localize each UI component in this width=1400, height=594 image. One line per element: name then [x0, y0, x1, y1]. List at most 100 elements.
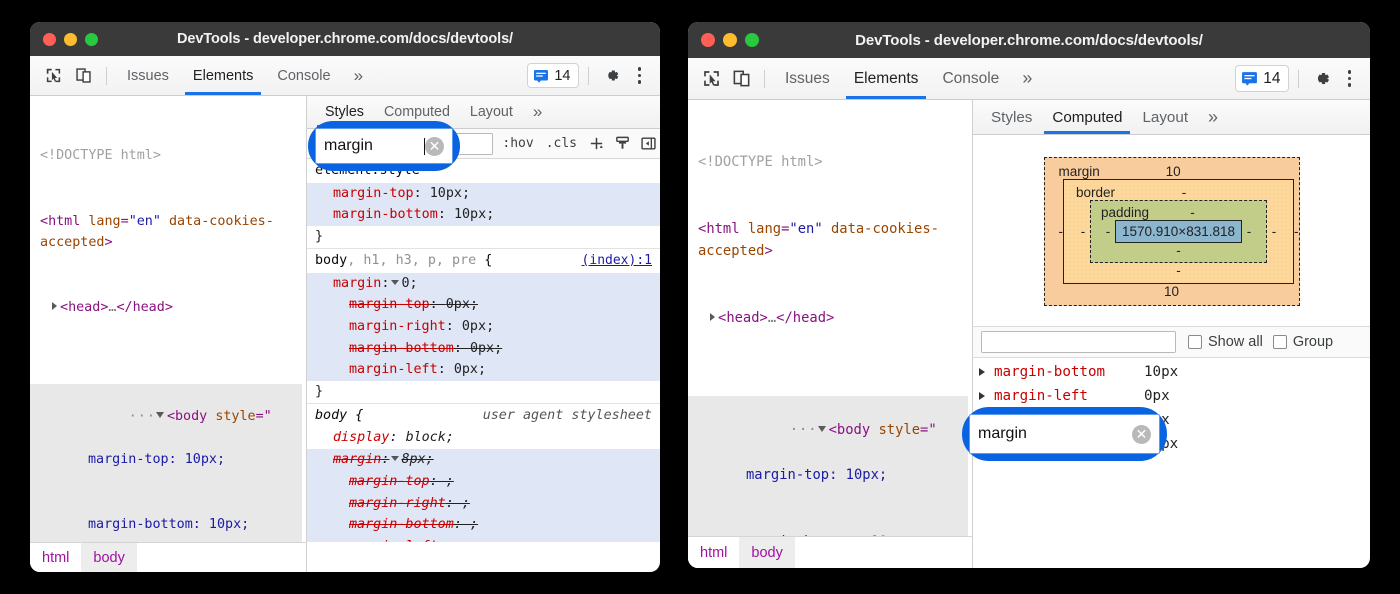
tab-elements[interactable]: Elements [843, 58, 930, 99]
sidebar-tab-computed[interactable]: Computed [1042, 100, 1132, 134]
declaration-row[interactable]: display: block; [307, 427, 660, 449]
dom-line-html-open[interactable]: <html lang="en" data-cookies-accepted> [698, 218, 968, 263]
declaration-row[interactable]: margin-left: 0px; [307, 359, 660, 381]
collapse-triangle-icon[interactable] [156, 412, 164, 418]
declaration-row[interactable]: margin-right: ; [307, 493, 660, 515]
declaration-row[interactable]: margin-top: ; [307, 471, 660, 493]
dom-line-body-open[interactable]: ···<body style=" margin-top: 10px; margi… [30, 384, 302, 542]
dom-line-head[interactable]: <head>…</head> [40, 297, 302, 319]
inspect-cursor-icon[interactable] [697, 65, 725, 93]
margin-right-value[interactable]: - [1294, 224, 1299, 239]
border-left-value[interactable]: - [1076, 224, 1090, 239]
group-checkbox[interactable] [1273, 335, 1287, 349]
hov-button[interactable]: :hov [497, 136, 538, 151]
declaration-row[interactable]: margin-bottom: 10px; [307, 204, 660, 226]
tab-issues[interactable]: Issues [116, 56, 180, 95]
margin-bottom-value[interactable]: 10 [1059, 284, 1285, 299]
device-toggle-icon[interactable] [69, 62, 97, 90]
padding-left-value[interactable]: - [1101, 224, 1115, 239]
dom-line-doctype[interactable]: <!DOCTYPE html> [698, 151, 968, 173]
declaration-row[interactable]: margin-bottom: ; [307, 514, 660, 536]
computed-property-row[interactable]: margin-left 0px [973, 384, 1370, 408]
declaration-row[interactable]: margin-top: 10px; [307, 183, 660, 205]
padding-bottom-value[interactable]: - [1101, 243, 1256, 258]
minimize-window-button[interactable] [64, 33, 77, 46]
expand-triangle-icon[interactable] [979, 392, 985, 400]
group-checkbox-wrap[interactable]: Group [1273, 334, 1333, 350]
tab-issues[interactable]: Issues [774, 58, 841, 99]
rule-selector[interactable]: body [315, 253, 347, 268]
dom-tree-pane-left[interactable]: <!DOCTYPE html> <html lang="en" data-coo… [30, 96, 307, 542]
sidebar-more-tabs-icon[interactable]: » [1198, 107, 1228, 128]
dom-line-html-open[interactable]: <html lang="en" data-cookies-accepted> [40, 211, 302, 254]
collapse-triangle-icon[interactable] [818, 426, 826, 432]
kebab-menu-icon[interactable] [628, 67, 652, 84]
cls-button[interactable]: .cls [541, 136, 582, 151]
show-all-checkbox-wrap[interactable]: Show all [1188, 334, 1263, 350]
inspect-cursor-icon[interactable] [39, 62, 67, 90]
declaration-row[interactable]: margin-right: 0px; [307, 316, 660, 338]
plus-icon[interactable] [584, 132, 608, 156]
expand-shorthand-icon[interactable] [391, 280, 399, 285]
tab-elements[interactable]: Elements [182, 56, 264, 95]
expand-triangle-icon[interactable] [52, 302, 57, 310]
maximize-window-button[interactable] [85, 33, 98, 46]
hidden-nodes-ellipsis[interactable]: ··· [129, 409, 156, 424]
box-model-margin[interactable]: margin 10 - border - [1044, 157, 1300, 306]
issues-badge[interactable]: 14 [527, 63, 578, 88]
hidden-nodes-ellipsis[interactable]: ··· [790, 422, 818, 438]
declaration-row[interactable]: margin:8px; [307, 449, 660, 471]
breadcrumb-html[interactable]: html [30, 543, 81, 572]
declaration-row[interactable]: margin-bottom: 0px; [307, 338, 660, 360]
paint-brush-icon[interactable] [610, 132, 634, 156]
sidebar-tab-layout[interactable]: Layout [1132, 100, 1198, 134]
breadcrumb-html[interactable]: html [688, 537, 739, 568]
padding-right-value[interactable]: - [1242, 224, 1256, 239]
expand-triangle-icon[interactable] [979, 368, 985, 376]
gear-icon[interactable] [1308, 65, 1336, 93]
styles-filter-input-focused[interactable]: margin ✕ [315, 128, 453, 164]
declaration-row[interactable]: margin-top: 0px; [307, 294, 660, 316]
computed-filter-input[interactable] [981, 331, 1176, 353]
border-right-value[interactable]: - [1267, 224, 1281, 239]
minimize-window-button[interactable] [723, 33, 737, 47]
show-all-checkbox[interactable] [1188, 335, 1202, 349]
computed-filter-input-focused[interactable]: margin ✕ [969, 414, 1160, 454]
declaration-row[interactable]: margin:0; [307, 273, 660, 295]
more-tabs-icon[interactable]: » [344, 66, 373, 86]
border-top-value[interactable]: - [1115, 185, 1281, 200]
gear-icon[interactable] [598, 62, 626, 90]
close-window-button[interactable] [701, 33, 715, 47]
kebab-menu-icon[interactable] [1338, 70, 1362, 87]
computed-property-row[interactable]: margin-bottom 10px [973, 360, 1370, 384]
expand-shorthand-icon[interactable] [391, 456, 399, 461]
close-window-button[interactable] [43, 33, 56, 46]
clear-circle-icon[interactable]: ✕ [425, 137, 444, 156]
dom-tree-pane-right[interactable]: <!DOCTYPE html> <html lang="en" data-coo… [688, 100, 973, 538]
breadcrumb-body[interactable]: body [739, 537, 794, 568]
issues-badge[interactable]: 14 [1235, 65, 1288, 92]
box-model-padding[interactable]: padding - - 1570.910×831.818 - [1090, 200, 1267, 263]
more-tabs-icon[interactable]: » [1012, 68, 1042, 89]
clear-circle-icon[interactable]: ✕ [1132, 425, 1151, 444]
dom-line-body-open[interactable]: ···<body style=" margin-top: 10px; margi… [688, 396, 968, 538]
border-bottom-value[interactable]: - [1076, 263, 1281, 278]
maximize-window-button[interactable] [745, 33, 759, 47]
rule-selector-row[interactable]: body, h1, h3, p, pre { (index):1 [307, 248, 660, 273]
toggle-sidebar-icon[interactable] [636, 132, 660, 156]
declaration-row[interactable]: margin-left: ; [307, 536, 660, 542]
box-model-content[interactable]: 1570.910×831.818 [1115, 220, 1242, 243]
rule-source[interactable]: (index):1 [582, 250, 652, 272]
device-toggle-icon[interactable] [727, 65, 755, 93]
box-model-border[interactable]: border - - [1063, 179, 1294, 284]
dom-line-head[interactable]: <head>…</head> [698, 307, 968, 329]
sidebar-more-tabs-icon[interactable]: » [523, 102, 552, 122]
rule-selector-row[interactable]: body { user agent stylesheet [307, 403, 660, 428]
dom-line-doctype[interactable]: <!DOCTYPE html> [40, 145, 302, 167]
margin-top-value[interactable]: 10 [1100, 164, 1285, 179]
tab-console[interactable]: Console [931, 58, 1010, 99]
breadcrumb-body[interactable]: body [81, 543, 136, 572]
tab-console[interactable]: Console [266, 56, 341, 95]
sidebar-tab-layout[interactable]: Layout [460, 96, 523, 128]
sidebar-tab-styles[interactable]: Styles [981, 100, 1042, 134]
